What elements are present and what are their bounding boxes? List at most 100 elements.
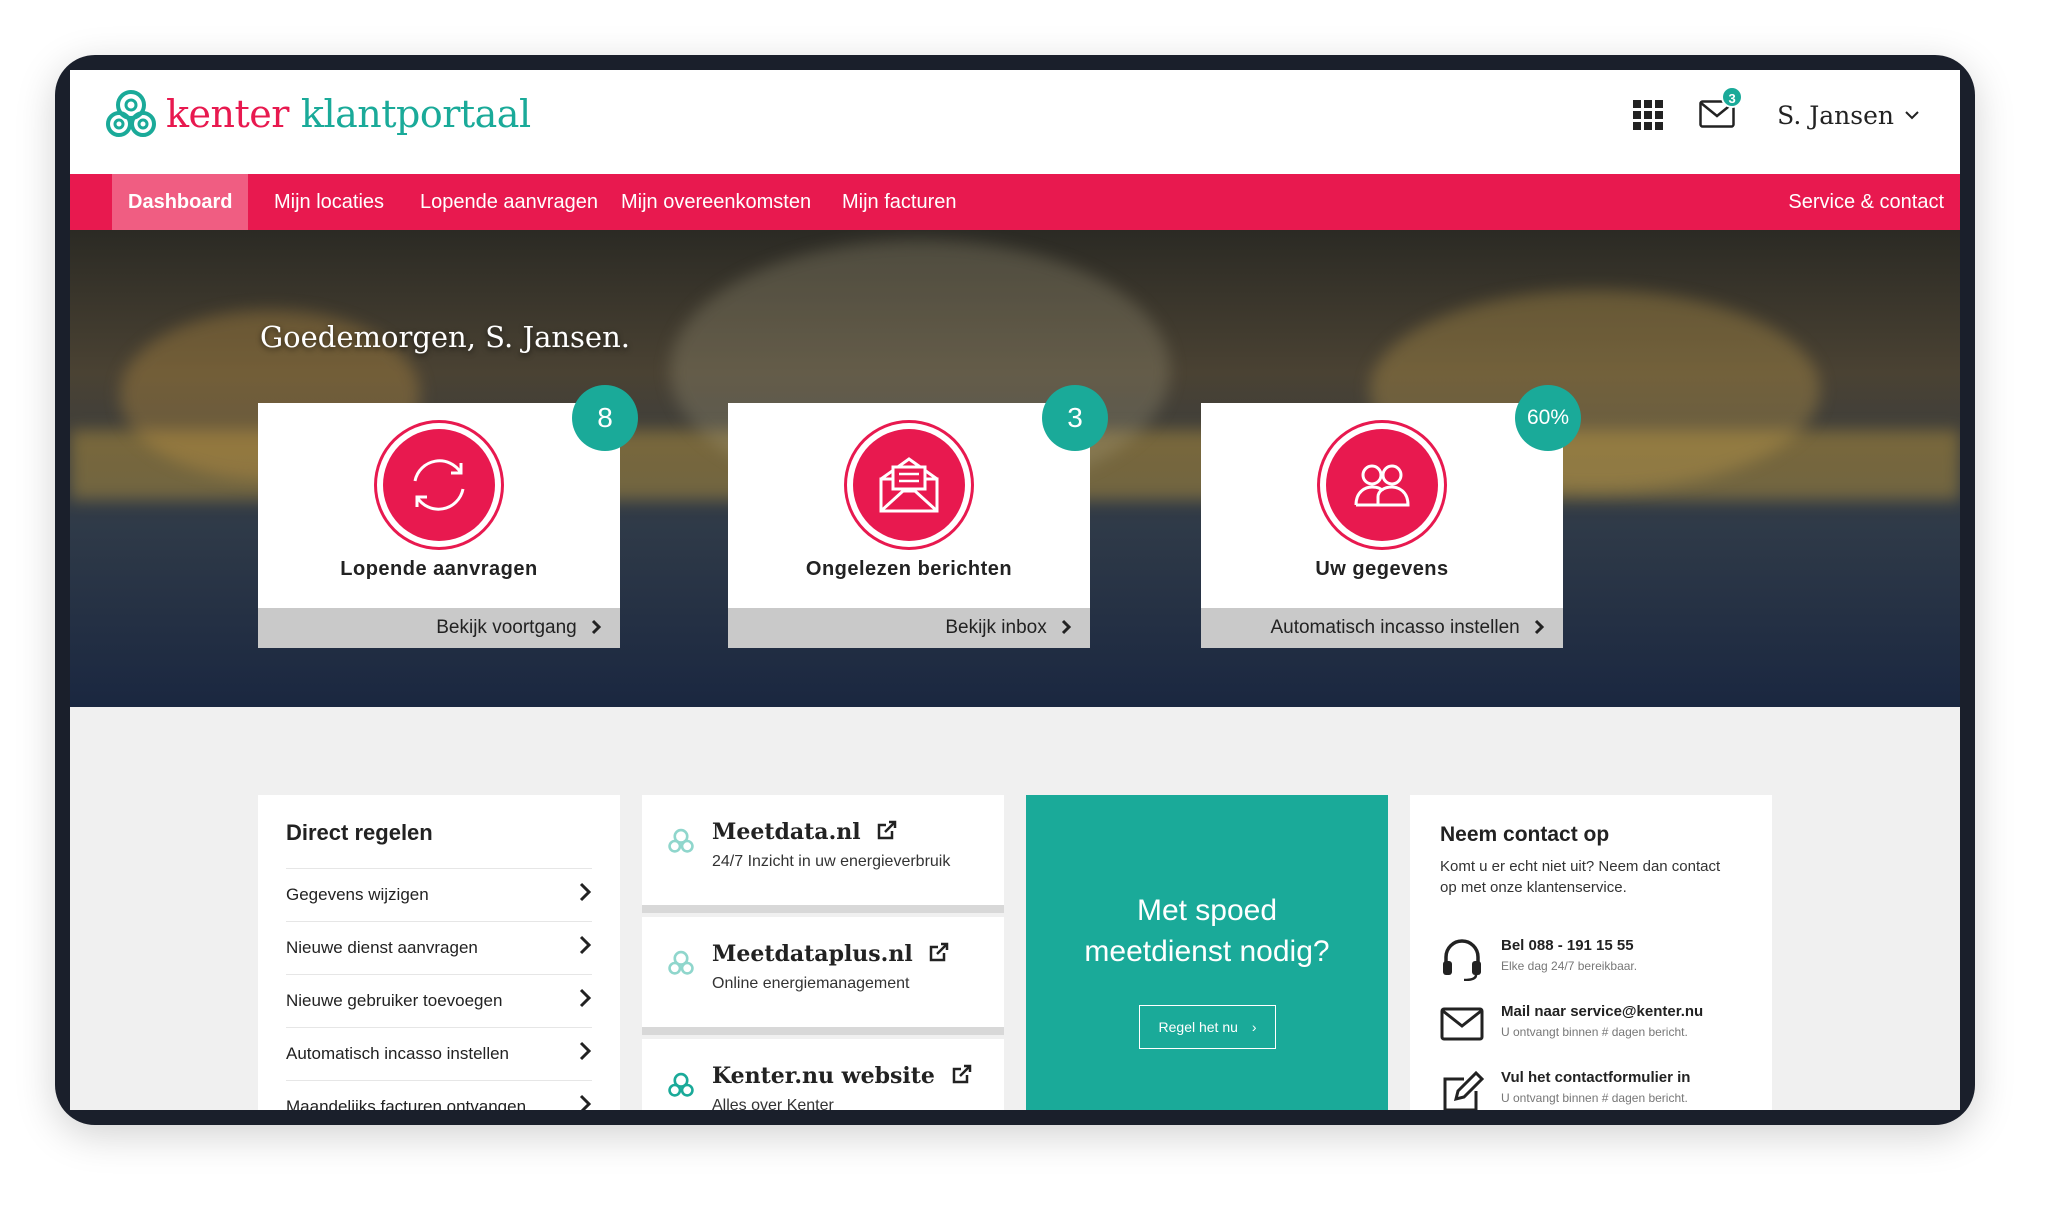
spoed-panel: Met spoed meetdienst nodig? Regel het nu…	[1026, 795, 1388, 1110]
direct-item-label: Nieuwe dienst aanvragen	[286, 938, 478, 957]
link-title: Kenter.nu website	[712, 1063, 973, 1089]
regel-het-nu-button[interactable]: Regel het nu ›	[1139, 1005, 1276, 1049]
card-link-bekijk-voortgang[interactable]: Bekijk voortgang	[258, 608, 620, 648]
direct-item-gegevens-wijzigen[interactable]: Gegevens wijzigen	[286, 868, 592, 921]
direct-item-label: Automatisch incasso instellen	[286, 1044, 510, 1063]
link-subtitle: Alles over Kenter	[712, 1097, 834, 1110]
kenter-logo-icon	[668, 1072, 694, 1097]
user-name: S. Jansen	[1777, 100, 1894, 130]
contact-heading: Vul het contactformulier in	[1501, 1069, 1691, 1086]
external-link-icon	[952, 1064, 971, 1084]
panel-title: Direct regelen	[286, 820, 433, 845]
link-title: Meetdataplus.nl	[712, 941, 950, 967]
card-icon-circle	[853, 429, 965, 541]
card-icon-circle	[1326, 429, 1438, 541]
count-badge: 3	[1042, 385, 1108, 451]
mail-button[interactable]: 3	[1699, 86, 1744, 130]
greeting: Goedemorgen, S. Jansen.	[260, 320, 630, 354]
top-right-actions: 3 S. Jansen	[1633, 86, 1920, 130]
chevron-right-icon	[591, 619, 602, 635]
kenter-logo-icon	[106, 90, 156, 137]
logo-text-klantportaal: klantportaal	[300, 92, 531, 136]
spoed-title: Met spoed meetdienst nodig?	[1084, 894, 1330, 968]
nav-mijn-locaties[interactable]: Mijn locaties	[258, 174, 400, 230]
progress-badge: 60%	[1515, 385, 1581, 451]
nav-lopende-aanvragen[interactable]: Lopende aanvragen	[404, 174, 614, 230]
contact-mail[interactable]: Mail naar service@kenter.nu U ontvangt b…	[1440, 1003, 1760, 1053]
direct-item-nieuwe-gebruiker[interactable]: Nieuwe gebruiker toevoegen	[286, 974, 592, 1027]
divider	[642, 1027, 1004, 1035]
logo[interactable]: kenter klantportaal	[106, 88, 531, 140]
card-link-label: Automatisch incasso instellen	[1270, 617, 1520, 638]
card-link-incasso[interactable]: Automatisch incasso instellen	[1201, 608, 1563, 648]
envelope-icon	[1440, 1007, 1484, 1041]
hero-banner: Goedemorgen, S. Jansen. Lopende aanvrage…	[70, 230, 1960, 707]
direct-regelen-panel: Direct regelen Gegevens wijzigen Nieuwe …	[258, 795, 620, 1110]
card-link-label: Bekijk inbox	[945, 617, 1047, 638]
external-link-icon	[930, 942, 949, 962]
card-title: Ongelezen berichten	[805, 558, 1013, 580]
card-icon-circle	[383, 429, 495, 541]
contact-form[interactable]: Vul het contactformulier in U ontvangt b…	[1440, 1069, 1760, 1110]
chevron-right-icon	[1534, 619, 1545, 635]
kenter-logo-icon	[668, 828, 694, 853]
link-subtitle: 24/7 Inzicht in uw energieverbruik	[712, 853, 951, 870]
contact-subtext: U ontvangt binnen # dagen bericht.	[1501, 1025, 1688, 1039]
direct-item-facturen[interactable]: Maandelijks facturen ontvangen	[286, 1080, 592, 1110]
chevron-right-icon	[579, 882, 592, 902]
card-uw-gegevens[interactable]: Uw gegevens Automatisch incasso instelle…	[1201, 385, 1581, 648]
card-ongelezen-berichten[interactable]: Ongelezen berichten Bekijk inbox 3	[728, 385, 1108, 648]
count-badge: 8	[572, 385, 638, 451]
nav-mijn-overeenkomsten[interactable]: Mijn overeenkomsten	[605, 174, 827, 230]
link-subtitle: Online energiemanagement	[712, 975, 910, 992]
panel-title: Neem contact op	[1440, 823, 1610, 846]
chevron-down-icon	[1905, 111, 1919, 120]
apps-grid-icon[interactable]	[1633, 100, 1664, 130]
contact-phone[interactable]: Bel 088 - 191 15 55 Elke dag 24/7 bereik…	[1440, 937, 1760, 987]
chevron-right-icon	[579, 935, 592, 955]
button-label: Regel het nu	[1158, 1019, 1238, 1035]
user-menu[interactable]: S. Jansen	[1777, 101, 1920, 130]
nav-dashboard[interactable]: Dashboard	[112, 174, 249, 230]
link-meetdata[interactable]: Meetdata.nl 24/7 Inzicht in uw energieve…	[642, 795, 1004, 905]
card-title: Uw gegevens	[1315, 558, 1449, 580]
refresh-icon	[413, 459, 465, 511]
external-link-icon	[878, 820, 897, 840]
users-icon	[1354, 464, 1410, 507]
link-title: Meetdata.nl	[712, 819, 898, 845]
contact-description: Komt u er echt niet uit? Neem dan contac…	[1440, 858, 1721, 896]
link-kenter-website[interactable]: Kenter.nu website Alles over Kenter	[642, 1039, 1004, 1110]
contact-panel: Neem contact op Komt u er echt niet uit?…	[1410, 795, 1772, 1110]
card-lopende-aanvragen[interactable]: Lopende aanvragen Bekijk voortgang 8	[258, 385, 638, 648]
envelope-open-icon	[879, 457, 939, 513]
edit-form-icon	[1443, 1070, 1485, 1110]
direct-item-nieuwe-dienst[interactable]: Nieuwe dienst aanvragen	[286, 921, 592, 974]
nav-mijn-facturen[interactable]: Mijn facturen	[826, 174, 973, 230]
direct-item-label: Gegevens wijzigen	[286, 885, 429, 904]
chevron-right-icon	[1061, 619, 1072, 635]
contact-heading: Mail naar service@kenter.nu	[1501, 1003, 1704, 1020]
chevron-right-icon	[579, 1041, 592, 1061]
divider	[642, 905, 1004, 913]
card-title: Lopende aanvragen	[340, 558, 538, 580]
link-meetdataplus[interactable]: Meetdataplus.nl Online energiemanagement	[642, 917, 1004, 1027]
nav-service-contact[interactable]: Service & contact	[1772, 174, 1960, 230]
direct-item-incasso[interactable]: Automatisch incasso instellen	[286, 1027, 592, 1080]
card-link-bekijk-inbox[interactable]: Bekijk inbox	[728, 608, 1090, 648]
contact-heading: Bel 088 - 191 15 55	[1501, 937, 1634, 954]
chevron-right-icon	[579, 988, 592, 1008]
mail-count-badge: 3	[1721, 86, 1744, 108]
kenter-logo-icon	[668, 950, 694, 975]
contact-subtext: Elke dag 24/7 bereikbaar.	[1501, 959, 1638, 973]
browser-screen: kenter klantportaal 3 S. Jansen Dashboar…	[70, 70, 1960, 1110]
logo-text-kenter: kenter	[166, 92, 289, 136]
direct-item-label: Maandelijks facturen ontvangen	[286, 1097, 527, 1110]
chevron-right-icon	[579, 1094, 592, 1110]
card-link-label: Bekijk voortgang	[436, 617, 577, 638]
main-nav: Dashboard Mijn locaties Lopende aanvrage…	[70, 174, 1960, 230]
contact-subtext: U ontvangt binnen # dagen bericht.	[1501, 1091, 1688, 1105]
direct-item-label: Nieuwe gebruiker toevoegen	[286, 991, 503, 1010]
external-links-column: Meetdata.nl 24/7 Inzicht in uw energieve…	[642, 795, 1004, 1110]
headset-icon	[1443, 939, 1481, 981]
chevron-right-icon: ›	[1251, 1019, 1257, 1035]
